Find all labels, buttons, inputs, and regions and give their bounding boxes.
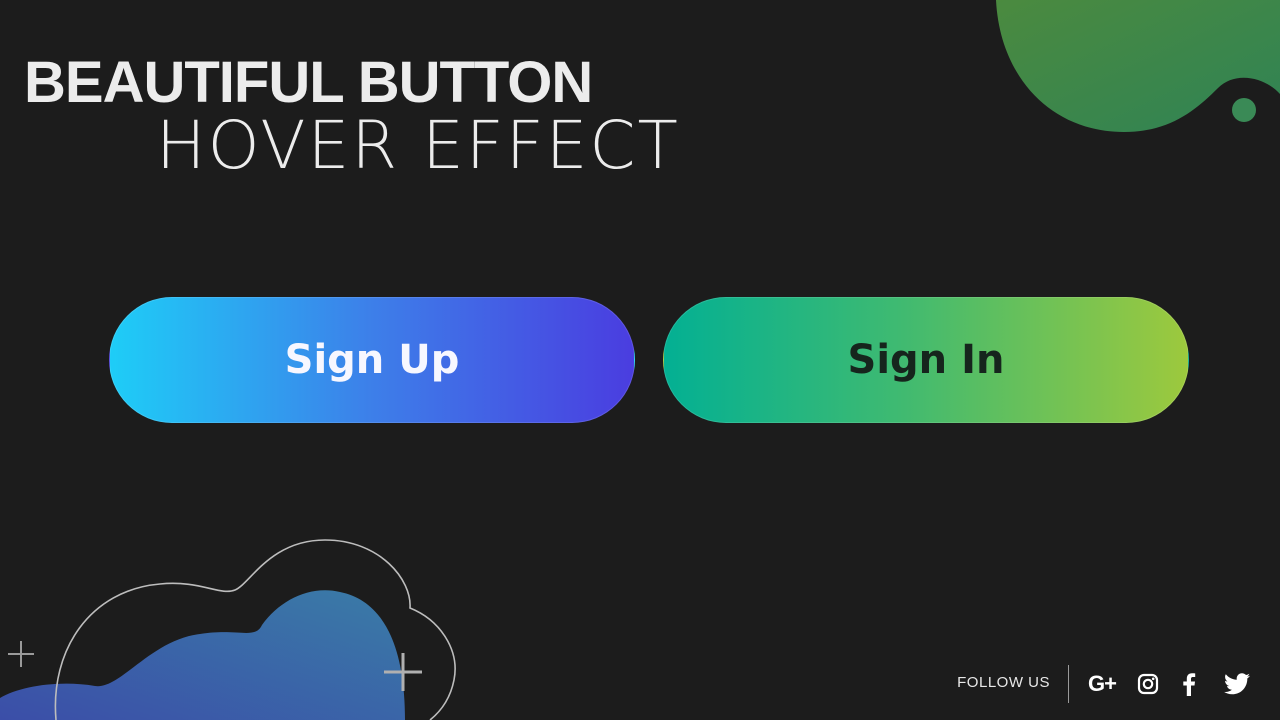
- sign-up-label: Sign Up: [284, 337, 460, 383]
- small-green-dot: [1232, 98, 1256, 122]
- plus-sign-right: [384, 653, 422, 691]
- bottom-left-blob: [0, 590, 405, 720]
- sign-in-label: Sign In: [847, 337, 1005, 383]
- page-title-line2: HOVER EFFECT: [156, 107, 680, 184]
- footer-divider: [1068, 665, 1069, 703]
- outline-blob: [54, 539, 456, 720]
- sign-up-button[interactable]: Sign Up: [109, 297, 635, 423]
- top-right-blob: [996, 0, 1280, 132]
- sign-in-button[interactable]: Sign In: [663, 297, 1189, 423]
- follow-us-label: FOLLOW US: [957, 674, 1050, 691]
- instagram-icon[interactable]: [1133, 670, 1163, 698]
- facebook-icon[interactable]: [1174, 670, 1204, 698]
- google-plus-label: G+: [1088, 671, 1117, 696]
- google-plus-icon[interactable]: G+: [1085, 670, 1119, 698]
- plus-sign-left: [8, 641, 34, 667]
- twitter-icon[interactable]: [1222, 670, 1252, 698]
